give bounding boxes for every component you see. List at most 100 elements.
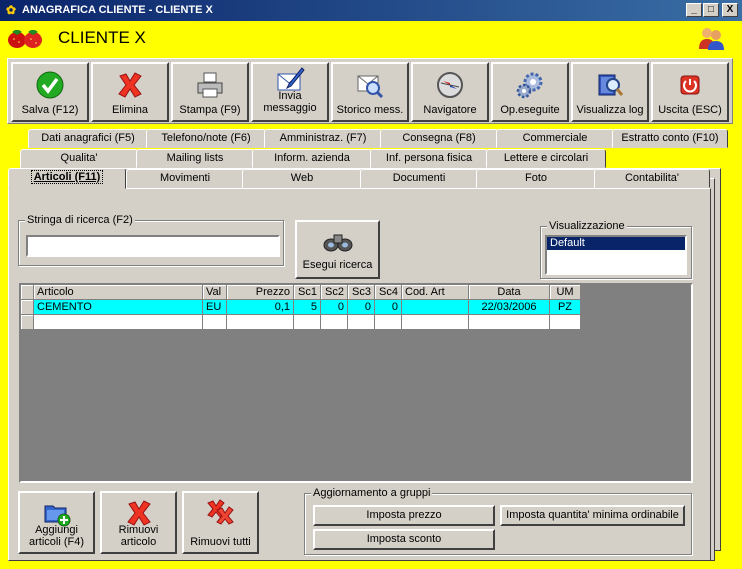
articoli-page: Stringa di ricerca (F2) Esegui ricerca V… [8, 188, 711, 561]
tab-dati-anagrafici[interactable]: Dati anagrafici (F5) [28, 129, 148, 148]
users-icon[interactable] [698, 26, 724, 50]
search-input[interactable] [26, 235, 280, 257]
tab-telefono-note[interactable]: Telefono/note (F6) [146, 129, 266, 148]
new-cell[interactable] [227, 315, 294, 330]
col-um[interactable]: UM [550, 285, 581, 300]
message-history-button[interactable]: Storico mess. [331, 62, 409, 122]
header-bar: CLIENTE X [0, 21, 742, 55]
search-button[interactable]: Esegui ricerca [295, 220, 380, 279]
binoculars-icon [323, 234, 353, 252]
remove-article-label: Rimuovi articolo [118, 524, 159, 548]
tab-mailing-lists[interactable]: Mailing lists [136, 149, 254, 168]
message-history-label: Storico mess. [336, 104, 404, 116]
tab-documenti[interactable]: Documenti [360, 169, 478, 188]
tab-articoli-label: Articoli (F11) [30, 170, 104, 184]
cell-um[interactable]: PZ [550, 300, 581, 315]
tab-estratto-conto[interactable]: Estratto conto (F10) [612, 129, 728, 148]
new-cell[interactable] [348, 315, 375, 330]
tab-articoli[interactable]: Articoli (F11) [8, 168, 126, 189]
search-group: Stringa di ricerca (F2) [18, 214, 284, 266]
client-title: CLIENTE X [58, 28, 146, 47]
search-button-label: Esegui ricerca [302, 259, 373, 271]
toolbar: Salva (F12) Elimina Stampa (F9) Invia me… [7, 58, 733, 124]
col-sc4[interactable]: Sc4 [375, 285, 402, 300]
compass-icon [437, 72, 463, 98]
set-price-button[interactable]: Imposta prezzo [313, 505, 495, 526]
set-discount-button[interactable]: Imposta sconto [313, 529, 495, 550]
row-indicator[interactable] [21, 300, 34, 315]
delete-button[interactable]: Elimina [91, 62, 169, 122]
exit-button[interactable]: Uscita (ESC) [651, 62, 729, 122]
tab-contabilita[interactable]: Contabilita' [594, 169, 710, 188]
printer-icon [197, 72, 223, 98]
cell-cod-art[interactable] [402, 300, 469, 315]
row-indicator-new[interactable] [21, 315, 34, 330]
new-cell[interactable] [203, 315, 227, 330]
new-cell[interactable] [294, 315, 321, 330]
col-articolo[interactable]: Articolo [34, 285, 203, 300]
set-min-qty-button[interactable]: Imposta quantita' minima ordinabile [500, 505, 685, 526]
col-sc3[interactable]: Sc3 [348, 285, 375, 300]
view-log-button[interactable]: Visualizza log [571, 62, 649, 122]
close-button[interactable]: X [722, 3, 738, 17]
cell-prezzo[interactable]: 0,1 [227, 300, 294, 315]
cell-sc1[interactable]: 5 [294, 300, 321, 315]
app-icon[interactable]: ✿ [4, 3, 18, 17]
cell-val[interactable]: EU [203, 300, 227, 315]
delete-x-icon [118, 72, 142, 98]
tab-persona-fisica[interactable]: Inf. persona fisica [370, 149, 488, 168]
add-articles-button[interactable]: Aggiungi articoli (F4) [18, 491, 95, 554]
new-cell[interactable] [469, 315, 550, 330]
cell-data[interactable]: 22/03/2006 [469, 300, 550, 315]
print-label: Stampa (F9) [179, 104, 241, 116]
tab-commerciale[interactable]: Commerciale [496, 129, 614, 148]
cell-sc2[interactable]: 0 [321, 300, 348, 315]
save-button[interactable]: Salva (F12) [11, 62, 89, 122]
title-bar: ✿ ANAGRAFICA CLIENTE - CLIENTE X _ □ X [0, 0, 742, 21]
exit-label: Uscita (ESC) [658, 104, 722, 116]
search-label: Stringa di ricerca (F2) [25, 214, 135, 226]
remove-all-button[interactable]: Rimuovi tutti [182, 491, 259, 554]
col-prezzo[interactable]: Prezzo [227, 285, 294, 300]
print-button[interactable]: Stampa (F9) [171, 62, 249, 122]
tab-web[interactable]: Web [242, 169, 362, 188]
group-update-title: Aggiornamento a gruppi [311, 487, 433, 499]
new-cell[interactable] [34, 315, 203, 330]
window-title: ANAGRAFICA CLIENTE - CLIENTE X [22, 4, 213, 16]
cell-sc3[interactable]: 0 [348, 300, 375, 315]
articles-grid[interactable]: Articolo Val Prezzo Sc1 Sc2 Sc3 Sc4 Cod.… [19, 283, 693, 483]
delete-label: Elimina [111, 104, 149, 116]
view-label: Visualizzazione [547, 220, 627, 232]
book-magnifier-icon [598, 74, 624, 96]
tab-movimenti[interactable]: Movimenti [126, 169, 244, 188]
view-option-default[interactable]: Default [547, 237, 685, 250]
cell-articolo[interactable]: CEMENTO [34, 300, 203, 315]
view-listbox[interactable]: Default [545, 235, 687, 275]
group-update-box: Aggiornamento a gruppi Imposta prezzo Im… [304, 487, 692, 555]
navigator-button[interactable]: Navigatore [411, 62, 489, 122]
col-sc2[interactable]: Sc2 [321, 285, 348, 300]
tab-inform-azienda[interactable]: Inform. azienda [252, 149, 372, 168]
tab-amministrazione[interactable]: Amministraz. (F7) [264, 129, 382, 148]
new-cell[interactable] [402, 315, 469, 330]
send-message-button[interactable]: Invia messaggio [251, 62, 329, 122]
tab-qualita[interactable]: Qualita' [20, 149, 138, 168]
tab-lettere-circolari[interactable]: Lettere e circolari [486, 149, 606, 168]
new-cell[interactable] [550, 315, 581, 330]
view-group: Visualizzazione Default [540, 220, 692, 279]
col-data[interactable]: Data [469, 285, 550, 300]
col-sc1[interactable]: Sc1 [294, 285, 321, 300]
remove-article-button[interactable]: Rimuovi articolo [100, 491, 177, 554]
maximize-button[interactable]: □ [703, 3, 719, 17]
power-icon [680, 75, 700, 95]
minimize-button[interactable]: _ [686, 3, 702, 17]
col-val[interactable]: Val [203, 285, 227, 300]
new-cell[interactable] [375, 315, 402, 330]
tab-foto[interactable]: Foto [476, 169, 596, 188]
new-cell[interactable] [321, 315, 348, 330]
col-cod-art[interactable]: Cod. Art [402, 285, 469, 300]
operations-button[interactable]: Op.eseguite [491, 62, 569, 122]
cell-sc4[interactable]: 0 [375, 300, 402, 315]
check-icon [36, 71, 64, 99]
tab-consegna[interactable]: Consegna (F8) [380, 129, 498, 148]
